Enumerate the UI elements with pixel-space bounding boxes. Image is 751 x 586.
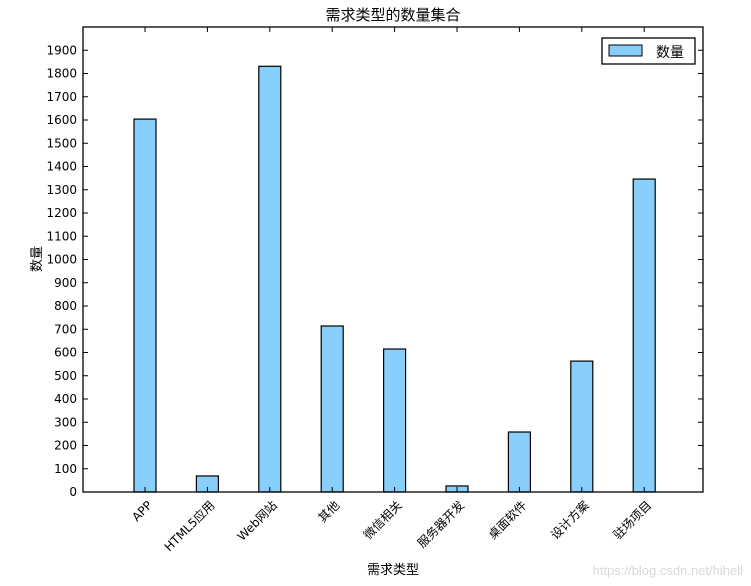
- bars-group: [133, 65, 656, 493]
- y-tick-label: 1400: [46, 160, 77, 174]
- y-tick-label: 400: [54, 392, 77, 406]
- y-tick-label: 500: [54, 369, 77, 383]
- y-tick-label: 1100: [46, 229, 77, 243]
- x-tick-label: Web网站: [235, 498, 280, 543]
- x-tick-label: HTML5应用: [161, 498, 218, 555]
- x-tick-label: 服务器开发: [414, 498, 467, 551]
- legend: 数量: [601, 37, 696, 65]
- legend-label: 数量: [656, 45, 684, 61]
- y-tick-label: 1800: [46, 67, 77, 81]
- y-tick-label: 1600: [46, 113, 77, 127]
- x-tick-label: 设计方案: [547, 498, 592, 543]
- bar-3: [320, 325, 344, 493]
- y-tick-label: 1300: [46, 183, 77, 197]
- bar-4: [383, 348, 407, 493]
- y-tick-label: 1500: [46, 136, 77, 150]
- x-tick-label: 微信相关: [361, 498, 405, 542]
- x-axis-label: 需求类型: [367, 563, 419, 578]
- y-tick-label: 600: [54, 346, 77, 360]
- y-tick-label: 700: [54, 322, 77, 336]
- x-tick-label: 其他: [315, 498, 342, 525]
- bar-7: [570, 360, 594, 493]
- bar-6: [507, 431, 531, 493]
- bar-chart: 需求类型的数量集合 0 100 200 300 400 500 600 700 800 900 10…: [30, 6, 704, 578]
- watermark: https://blog.csdn.net/hihell: [592, 563, 743, 578]
- x-tick-label: APP: [129, 498, 155, 524]
- y-tick-label: 100: [54, 462, 77, 476]
- y-axis-label: 数量: [30, 246, 45, 272]
- y-tick-label: 200: [54, 439, 77, 453]
- y-tick-label: 900: [54, 276, 77, 290]
- y-tick-label: 1000: [46, 253, 77, 267]
- y-tick-label: 300: [54, 415, 77, 429]
- chart-title: 需求类型的数量集合: [325, 6, 460, 24]
- y-tick-label: 800: [54, 299, 77, 313]
- bar-0: [133, 118, 157, 493]
- x-tick-label: 桌面软件: [486, 498, 530, 542]
- legend-swatch: [608, 44, 643, 57]
- y-tick-label: 1900: [46, 43, 77, 57]
- y-tick-label: 1700: [46, 90, 77, 104]
- y-tick-label: 0: [69, 485, 77, 499]
- bar-2: [258, 65, 282, 493]
- x-tick-label: 驻场项目: [610, 498, 655, 543]
- bar-8: [632, 178, 656, 493]
- y-tick-label: 1200: [46, 206, 77, 220]
